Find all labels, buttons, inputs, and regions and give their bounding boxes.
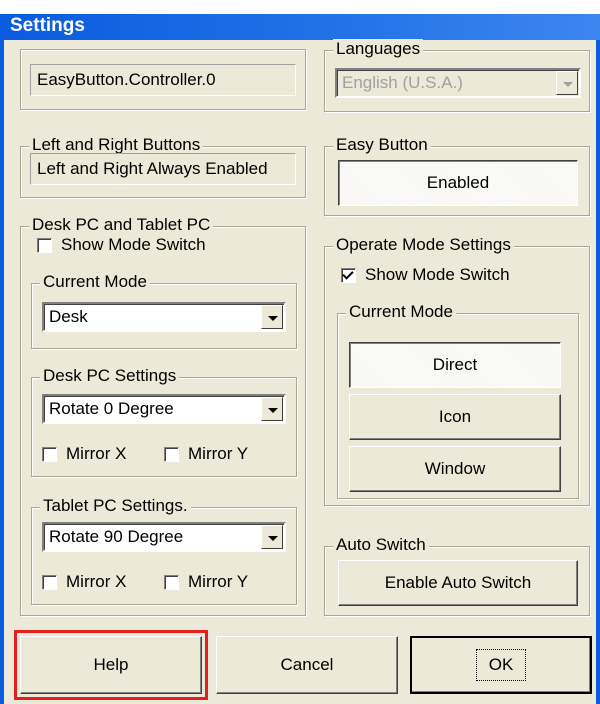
checkbox-box[interactable] bbox=[42, 446, 57, 462]
languages-select[interactable]: English (U.S.A.) bbox=[335, 68, 581, 98]
tablet-mirror-y-checkbox[interactable]: Mirror Y bbox=[164, 572, 248, 592]
desk-rotation-value: Rotate 0 Degree bbox=[49, 399, 174, 418]
title-bar[interactable]: Settings bbox=[0, 14, 600, 40]
desk-mirror-x-label: Mirror X bbox=[66, 444, 127, 463]
tablet-pc-settings-label: Tablet PC Settings. bbox=[40, 496, 191, 516]
operate-mode-label: Operate Mode Settings bbox=[333, 235, 514, 255]
easy-button-enabled-button[interactable]: Enabled bbox=[338, 160, 578, 206]
auto-switch-group: Auto Switch Enable Auto Switch bbox=[324, 535, 590, 616]
controller-name-field: EasyButton.Controller.0 bbox=[30, 64, 296, 96]
desk-current-mode-select[interactable]: Desk bbox=[42, 302, 286, 332]
left-right-status-field: Left and Right Always Enabled bbox=[30, 153, 296, 185]
desk-show-mode-switch-label: Show Mode Switch bbox=[61, 235, 206, 254]
checkbox-box[interactable] bbox=[164, 574, 179, 590]
operate-current-mode-label: Current Mode bbox=[346, 302, 456, 322]
languages-group: Languages English (U.S.A.) bbox=[324, 39, 590, 112]
desk-current-mode-group: Current Mode Desk bbox=[31, 272, 297, 349]
enable-auto-switch-button[interactable]: Enable Auto Switch bbox=[338, 560, 578, 606]
desk-tablet-label: Desk PC and Tablet PC bbox=[29, 215, 214, 235]
operate-show-mode-switch-label: Show Mode Switch bbox=[365, 265, 510, 284]
top-margin bbox=[0, 0, 600, 14]
checkbox-box[interactable] bbox=[42, 574, 57, 590]
languages-value: English (U.S.A.) bbox=[342, 73, 463, 92]
ok-button-label: OK bbox=[475, 649, 527, 681]
tablet-mirror-x-label: Mirror X bbox=[66, 572, 127, 591]
mode-window-button[interactable]: Window bbox=[349, 446, 561, 492]
controller-group: EasyButton.Controller.0 bbox=[20, 49, 306, 110]
cancel-button[interactable]: Cancel bbox=[216, 636, 398, 694]
chevron-down-icon[interactable] bbox=[261, 397, 283, 421]
chevron-down-icon[interactable] bbox=[261, 525, 283, 549]
window-title: Settings bbox=[10, 15, 85, 36]
desk-current-mode-label: Current Mode bbox=[40, 272, 150, 292]
left-right-buttons-group: Left and Right Buttons Left and Right Al… bbox=[20, 135, 306, 198]
tablet-pc-settings-group: Tablet PC Settings. Rotate 90 Degree Mir… bbox=[31, 496, 297, 605]
tablet-mirror-y-label: Mirror Y bbox=[188, 572, 249, 591]
operate-show-mode-switch-checkbox[interactable]: Show Mode Switch bbox=[341, 265, 510, 285]
chevron-down-icon bbox=[556, 71, 578, 95]
languages-label: Languages bbox=[333, 39, 424, 59]
operate-mode-group: Operate Mode Settings Show Mode Switch C… bbox=[324, 235, 590, 506]
desk-mirror-y-label: Mirror Y bbox=[188, 444, 249, 463]
desk-current-mode-value: Desk bbox=[49, 307, 88, 326]
easy-button-label: Easy Button bbox=[333, 135, 431, 155]
desk-mirror-x-checkbox[interactable]: Mirror X bbox=[42, 444, 126, 464]
tablet-rotation-value: Rotate 90 Degree bbox=[49, 527, 184, 546]
chevron-down-icon[interactable] bbox=[261, 305, 283, 329]
desk-mirror-y-checkbox[interactable]: Mirror Y bbox=[164, 444, 248, 464]
checkbox-box[interactable] bbox=[164, 446, 179, 462]
tablet-rotation-select[interactable]: Rotate 90 Degree bbox=[42, 522, 286, 552]
mode-icon-button[interactable]: Icon bbox=[349, 394, 561, 440]
mode-direct-button[interactable]: Direct bbox=[349, 342, 561, 388]
auto-switch-label: Auto Switch bbox=[333, 535, 429, 555]
help-button-highlight bbox=[14, 630, 208, 700]
settings-window: Settings EasyButton.Controller.0 Languag… bbox=[0, 0, 600, 704]
tablet-mirror-x-checkbox[interactable]: Mirror X bbox=[42, 572, 126, 592]
desk-pc-settings-label: Desk PC Settings bbox=[40, 366, 180, 386]
left-right-buttons-label: Left and Right Buttons bbox=[29, 135, 204, 155]
desk-show-mode-switch-checkbox[interactable]: Show Mode Switch bbox=[37, 235, 206, 255]
ok-button[interactable]: OK bbox=[410, 636, 592, 694]
desk-pc-settings-group: Desk PC Settings Rotate 0 Degree Mirror … bbox=[31, 366, 297, 477]
desk-rotation-select[interactable]: Rotate 0 Degree bbox=[42, 394, 286, 424]
checkbox-checked[interactable] bbox=[341, 267, 356, 283]
operate-current-mode-group: Current Mode Direct Icon Window bbox=[337, 302, 579, 499]
easy-button-group: Easy Button Enabled bbox=[324, 135, 590, 216]
desk-tablet-group: Desk PC and Tablet PC Show Mode Switch C… bbox=[20, 215, 306, 616]
checkbox-box[interactable] bbox=[37, 237, 52, 253]
